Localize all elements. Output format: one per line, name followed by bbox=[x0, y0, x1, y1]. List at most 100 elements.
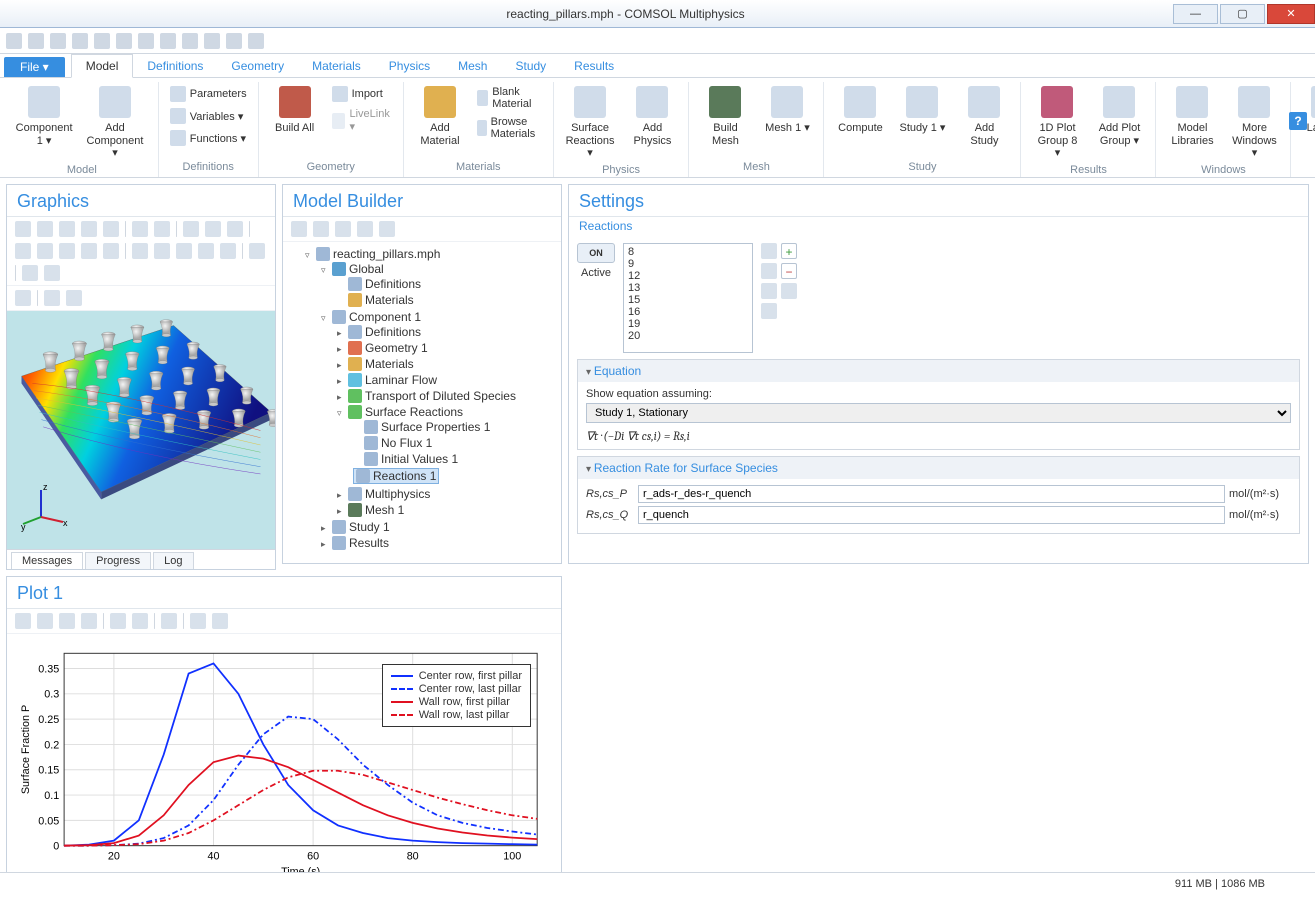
zoom-box-icon[interactable] bbox=[81, 221, 97, 237]
tree-global-materials[interactable]: Materials bbox=[365, 293, 414, 307]
select-mode-icon[interactable] bbox=[132, 243, 148, 259]
build-all-button[interactable]: Build All bbox=[267, 82, 323, 137]
plot-group-button[interactable]: 1D Plot Group 8 ▾ bbox=[1029, 82, 1085, 162]
component-button[interactable]: Component 1 ▾ bbox=[14, 82, 74, 149]
print-icon[interactable] bbox=[44, 265, 60, 281]
tree-laminar-flow[interactable]: Laminar Flow bbox=[365, 373, 437, 387]
zx-view-icon[interactable] bbox=[227, 221, 243, 237]
properties-icon[interactable] bbox=[248, 33, 264, 49]
zoom-out-icon[interactable] bbox=[37, 613, 53, 629]
tab-physics[interactable]: Physics bbox=[375, 55, 444, 77]
tree-root[interactable]: reacting_pillars.mph bbox=[333, 247, 440, 261]
save-icon[interactable] bbox=[50, 33, 66, 49]
minimize-button[interactable]: — bbox=[1173, 4, 1218, 24]
tree-mesh1[interactable]: Mesh 1 bbox=[365, 503, 404, 517]
copy-icon[interactable] bbox=[138, 33, 154, 49]
collapse-icon[interactable] bbox=[357, 221, 373, 237]
delete-icon[interactable] bbox=[204, 33, 220, 49]
tab-progress[interactable]: Progress bbox=[85, 552, 151, 569]
print2-icon[interactable] bbox=[66, 290, 82, 306]
variables-button[interactable]: Variables ▾ bbox=[167, 106, 250, 126]
selection-list[interactable]: 89121315161920 bbox=[623, 243, 753, 353]
reset-hide-icon[interactable] bbox=[103, 243, 119, 259]
zoom-sel-icon[interactable] bbox=[781, 283, 797, 299]
tree-comp-definitions[interactable]: Definitions bbox=[365, 325, 421, 339]
zoom-extents-icon[interactable] bbox=[59, 221, 75, 237]
expand-icon[interactable] bbox=[379, 221, 395, 237]
tree-global[interactable]: Global bbox=[349, 262, 384, 276]
rotate-icon[interactable] bbox=[132, 221, 148, 237]
equation-header[interactable]: Equation bbox=[578, 360, 1299, 382]
select-box-icon[interactable] bbox=[154, 243, 170, 259]
zoom-in-icon[interactable] bbox=[15, 613, 31, 629]
open-icon[interactable] bbox=[28, 33, 44, 49]
zoom-in-icon[interactable] bbox=[15, 221, 31, 237]
select-adj-icon[interactable] bbox=[176, 243, 192, 259]
copy-sel-icon[interactable] bbox=[761, 263, 777, 279]
pan-icon[interactable] bbox=[154, 221, 170, 237]
forward-icon[interactable] bbox=[313, 221, 329, 237]
tree-geometry1[interactable]: Geometry 1 bbox=[365, 341, 428, 355]
import-button[interactable]: Import bbox=[329, 84, 395, 104]
functions-button[interactable]: Functions ▾ bbox=[167, 128, 250, 148]
tab-model[interactable]: Model bbox=[71, 54, 134, 78]
zoom-out-icon[interactable] bbox=[37, 221, 53, 237]
zoom-sel-icon[interactable] bbox=[103, 221, 119, 237]
tree-surface-properties1[interactable]: Surface Properties 1 bbox=[381, 420, 490, 434]
tab-messages[interactable]: Messages bbox=[11, 552, 83, 569]
rate-input[interactable] bbox=[638, 485, 1225, 503]
select-icon[interactable] bbox=[761, 243, 777, 259]
graphics-canvas[interactable]: zxy bbox=[7, 311, 275, 549]
snapshot-icon[interactable] bbox=[44, 290, 60, 306]
axes-icon[interactable] bbox=[132, 613, 148, 629]
transparency-icon[interactable] bbox=[37, 243, 53, 259]
scene-light-icon[interactable] bbox=[22, 265, 38, 281]
select-all-icon[interactable] bbox=[198, 243, 214, 259]
tab-results[interactable]: Results bbox=[560, 55, 628, 77]
more-windows-button[interactable]: More Windows ▾ bbox=[1226, 82, 1282, 162]
rate-input[interactable] bbox=[638, 506, 1225, 524]
zoom-extents-icon[interactable] bbox=[59, 613, 75, 629]
add-material-button[interactable]: Add Material bbox=[412, 82, 468, 149]
xy-view-icon[interactable] bbox=[183, 221, 199, 237]
tab-geometry[interactable]: Geometry bbox=[217, 55, 298, 77]
show-icon[interactable] bbox=[335, 221, 351, 237]
wireframe-icon[interactable] bbox=[15, 243, 31, 259]
add-physics-button[interactable]: Add Physics bbox=[624, 82, 680, 149]
paste-sel-icon[interactable] bbox=[761, 283, 777, 299]
remove-icon[interactable]: − bbox=[781, 263, 797, 279]
more-sel-icon[interactable] bbox=[761, 303, 777, 319]
surface-reactions-button[interactable]: Surface Reactions ▾ bbox=[562, 82, 619, 162]
rate-header[interactable]: Reaction Rate for Surface Species bbox=[578, 457, 1299, 479]
tree-multiphysics[interactable]: Multiphysics bbox=[365, 487, 430, 501]
back-icon[interactable] bbox=[291, 221, 307, 237]
blank-material-button[interactable]: Blank Material bbox=[474, 84, 545, 112]
paste-icon[interactable] bbox=[160, 33, 176, 49]
livelink-button[interactable]: LiveLink ▾ bbox=[329, 106, 395, 135]
model-tree[interactable]: ▿reacting_pillars.mph ▿Global Definition… bbox=[283, 242, 561, 563]
tree-surface-reactions[interactable]: Surface Reactions bbox=[365, 405, 463, 419]
hide-icon[interactable] bbox=[81, 243, 97, 259]
tree-materials[interactable]: Materials bbox=[365, 357, 414, 371]
tree-reactions1[interactable]: Reactions 1 bbox=[373, 469, 436, 483]
tree-study1[interactable]: Study 1 bbox=[349, 520, 390, 534]
lock-icon[interactable] bbox=[161, 613, 177, 629]
compute-button[interactable]: Compute bbox=[832, 82, 888, 137]
print-icon[interactable] bbox=[212, 613, 228, 629]
grid-icon[interactable] bbox=[110, 613, 126, 629]
yz-view-icon[interactable] bbox=[205, 221, 221, 237]
tree-results[interactable]: Results bbox=[349, 536, 389, 550]
active-toggle[interactable]: ON bbox=[577, 243, 615, 263]
new-icon[interactable] bbox=[6, 33, 22, 49]
tab-materials[interactable]: Materials bbox=[298, 55, 375, 77]
tree-initial-values1[interactable]: Initial Values 1 bbox=[381, 452, 458, 466]
help-button[interactable]: ? bbox=[1289, 112, 1307, 130]
build-mesh-button[interactable]: Build Mesh bbox=[697, 82, 753, 149]
tree-component1[interactable]: Component 1 bbox=[349, 310, 421, 324]
add-study-button[interactable]: Add Study bbox=[956, 82, 1012, 149]
render-icon[interactable] bbox=[15, 290, 31, 306]
tab-mesh[interactable]: Mesh bbox=[444, 55, 501, 77]
tree-no-flux1[interactable]: No Flux 1 bbox=[381, 436, 432, 450]
undo-icon[interactable] bbox=[94, 33, 110, 49]
add-component-button[interactable]: Add Component ▾ bbox=[80, 82, 150, 162]
